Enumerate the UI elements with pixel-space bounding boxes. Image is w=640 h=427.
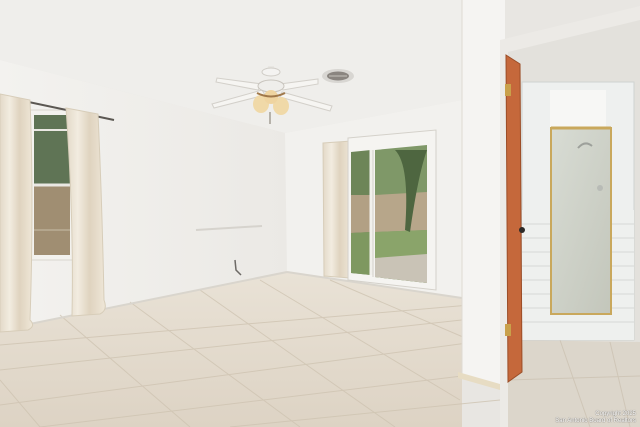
photo-copyright: Copyright 2025 San Antonio Board of Real… (555, 411, 636, 425)
ceiling-vent (322, 69, 354, 83)
partition-wall (462, 0, 505, 390)
door-curtain (322, 140, 352, 279)
room-illustration (0, 0, 640, 427)
copyright-owner: San Antonio Board of Realtors (555, 418, 636, 424)
right-curtain (65, 107, 106, 317)
left-curtain (0, 93, 34, 333)
sliding-glass-door (347, 129, 437, 291)
shower-stall (521, 81, 635, 341)
shower-glass-door (550, 127, 612, 315)
room-photo: Copyright 2025 San Antonio Board of Real… (0, 0, 640, 427)
copyright-year: Copyright 2025 (595, 411, 636, 417)
